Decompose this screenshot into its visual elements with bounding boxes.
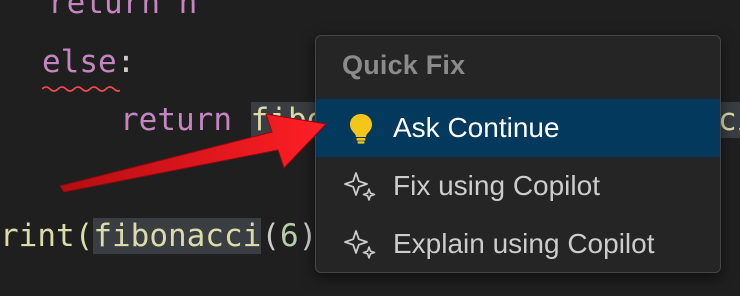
code-line-2: else:	[42, 33, 135, 91]
menu-item-label: Ask Continue	[393, 112, 560, 143]
error-squiggle	[42, 86, 120, 92]
sparkle-icon	[341, 170, 381, 202]
code-line-4: rint(fibonacci(6)	[0, 207, 317, 265]
code-line-3: return fibo	[120, 91, 326, 149]
menu-item-ask-continue[interactable]: Ask Continue	[316, 99, 720, 157]
fibonacci-call: fibonacci	[93, 218, 262, 254]
menu-item-label: Explain using Copilot	[393, 228, 655, 259]
lightbulb-icon	[341, 112, 381, 144]
return-keyword: return	[120, 102, 232, 138]
code-line-3-tail: ci	[718, 91, 740, 149]
return-keyword: return	[48, 0, 160, 21]
else-keyword: else	[42, 44, 117, 80]
print-call: rint(	[0, 218, 94, 254]
return-value: n	[178, 0, 198, 21]
menu-item-fix-using-copilot[interactable]: Fix using Copilot	[316, 157, 720, 215]
colon: :	[116, 44, 136, 80]
code-editor[interactable]: return n else: return fibo ci rint(fibon…	[0, 0, 740, 296]
quick-fix-menu: Quick Fix Ask Continue Fix using Copilot	[315, 35, 721, 273]
menu-item-explain-using-copilot[interactable]: Explain using Copilot	[316, 215, 720, 272]
sparkle-icon	[341, 228, 381, 260]
argument-number: 6	[279, 218, 299, 254]
code-line-1: return n	[48, 0, 197, 32]
menu-item-label: Fix using Copilot	[393, 170, 600, 201]
paren-open: (	[261, 218, 280, 254]
function-call-tail: ci	[718, 102, 740, 138]
quick-fix-title: Quick Fix	[342, 50, 466, 80]
